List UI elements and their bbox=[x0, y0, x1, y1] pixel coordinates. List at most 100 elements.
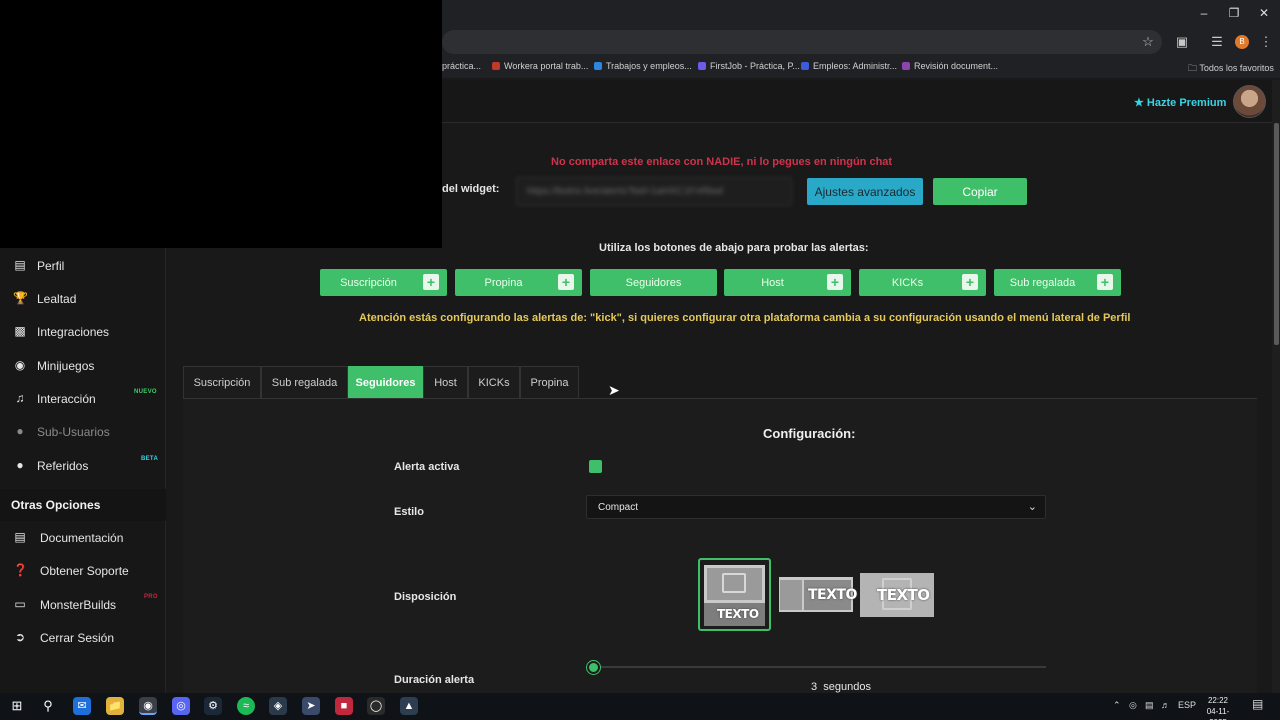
app-icon[interactable]: ➤ bbox=[302, 697, 320, 715]
test-host-button[interactable]: Host + bbox=[724, 269, 851, 296]
sidebar-item-documentacion[interactable]: ▤ Documentación bbox=[0, 522, 166, 552]
bookmark-favicon-icon bbox=[698, 62, 706, 70]
steam-app-icon[interactable]: ⚙ bbox=[204, 697, 222, 715]
other-options-title: Otras Opciones bbox=[11, 498, 101, 512]
tab-seguidores[interactable]: Seguidores bbox=[348, 366, 423, 398]
spotify-app-icon[interactable]: ≈ bbox=[237, 697, 255, 715]
tab-propina[interactable]: Propina bbox=[520, 366, 579, 398]
sidebar-item-label: Cerrar Sesión bbox=[40, 631, 115, 645]
outlook-app-icon[interactable]: ✉ bbox=[73, 697, 91, 715]
sidebar-item-sub-usuarios[interactable]: ● Sub-Usuarios bbox=[0, 416, 166, 446]
button-label: Suscripción bbox=[340, 277, 397, 289]
button-label: Seguidores bbox=[625, 277, 682, 289]
duration-readout: 3 segundos bbox=[811, 681, 871, 693]
sidebar-item-label: Integraciones bbox=[37, 325, 110, 339]
minimize-icon[interactable]: – bbox=[1194, 6, 1214, 20]
sidebar-item-soporte[interactable]: ❓ Obtener Soporte bbox=[0, 555, 166, 585]
trophy-icon: 🏆 bbox=[13, 291, 28, 305]
taskbar bbox=[0, 693, 1280, 720]
tab-sub-regalada[interactable]: Sub regalada bbox=[261, 366, 348, 398]
chevron-up-icon[interactable]: ⌃ bbox=[1113, 700, 1121, 711]
book-icon: ▤ bbox=[14, 530, 26, 544]
app-icon[interactable]: ◈ bbox=[269, 697, 287, 715]
app-icon[interactable]: ■ bbox=[335, 697, 353, 715]
test-tip-button[interactable]: Propina + bbox=[455, 269, 582, 296]
sidebar-item-cerrar-sesion[interactable]: ➲ Cerrar Sesión bbox=[0, 622, 166, 652]
bookmark-2[interactable]: Trabajos y empleos... bbox=[594, 61, 692, 71]
close-icon[interactable]: ✕ bbox=[1254, 6, 1274, 20]
bookmark-0[interactable]: práctica... bbox=[442, 61, 481, 71]
notifications-icon[interactable]: ▤ bbox=[1252, 697, 1263, 711]
obs-app-icon[interactable]: ◯ bbox=[367, 697, 385, 715]
help-icon: ❓ bbox=[13, 563, 28, 577]
sidebar-item-interaccion[interactable]: ♫ Interacción NUEVO bbox=[0, 383, 166, 413]
all-bookmarks[interactable]: 🗀 Todos los favoritos bbox=[1188, 61, 1274, 77]
picture-icon bbox=[722, 573, 746, 593]
profile-icon[interactable]: B bbox=[1235, 35, 1249, 49]
chrome-app-icon[interactable]: ◉ bbox=[139, 697, 157, 715]
reading-list-icon[interactable]: ☰ bbox=[1208, 34, 1226, 50]
language-indicator[interactable]: ESP bbox=[1178, 700, 1196, 710]
button-label: Host bbox=[761, 277, 784, 289]
sidebar-item-monsterbuilds[interactable]: ▭ MonsterBuilds PRO bbox=[0, 589, 166, 619]
alert-active-checkbox[interactable] bbox=[589, 460, 602, 473]
sidebar-item-label: MonsterBuilds bbox=[40, 598, 117, 612]
windows-start-icon[interactable]: ⊞ bbox=[8, 697, 26, 715]
volume-icon[interactable]: ♬ bbox=[1161, 700, 1170, 710]
puzzle-icon: ▩ bbox=[14, 324, 26, 338]
widget-url-field[interactable]: https://botrix.live/alerts?bid=1aHXC1FnR… bbox=[516, 177, 792, 206]
chevron-down-icon: ⌄ bbox=[1027, 501, 1037, 513]
bookmark-5[interactable]: Revisión document... bbox=[902, 61, 998, 71]
layout-text: TEXTO bbox=[877, 586, 930, 604]
scrollbar-thumb[interactable] bbox=[1274, 123, 1279, 345]
premium-link[interactable]: ★ Hazte Premium bbox=[1134, 96, 1226, 109]
search-icon[interactable]: ⚲ bbox=[39, 697, 57, 715]
bookmark-favicon-icon bbox=[594, 62, 602, 70]
clock-date: 04-11-2025 bbox=[1206, 707, 1230, 720]
clock[interactable]: 22:22 04-11-2025 bbox=[1198, 695, 1238, 720]
sidebar-item-referidos[interactable]: ● Referidos BETA bbox=[0, 450, 166, 480]
bookmark-favicon-icon bbox=[902, 62, 910, 70]
network-icon[interactable]: ▤ bbox=[1145, 700, 1154, 711]
advanced-settings-button[interactable]: Ajustes avanzados bbox=[807, 178, 923, 205]
laptop-icon: ▭ bbox=[14, 597, 26, 611]
widget-url-label: del widget: bbox=[442, 183, 500, 195]
sidebar-item-minijuegos[interactable]: ◉ Minijuegos bbox=[0, 350, 166, 380]
sidebar-item-perfil[interactable]: ▤ Perfil bbox=[0, 250, 166, 280]
duration-slider-track[interactable] bbox=[593, 666, 1046, 668]
sidebar-item-label: Sub-Usuarios bbox=[37, 425, 110, 439]
tab-kicks[interactable]: KICKs bbox=[468, 366, 520, 398]
sidebar-item-label: Perfil bbox=[37, 259, 65, 273]
extensions-icon[interactable]: ▣ bbox=[1173, 34, 1191, 50]
tab-host[interactable]: Host bbox=[423, 366, 468, 398]
file-explorer-icon[interactable]: 📁 bbox=[106, 697, 124, 715]
beta-badge: BETA bbox=[141, 456, 159, 462]
star-icon: ★ bbox=[1134, 97, 1147, 109]
sidebar-item-label: Documentación bbox=[40, 531, 124, 545]
test-gifted-sub-button[interactable]: Sub regalada + bbox=[994, 269, 1121, 296]
style-select[interactable]: Compact ⌄ bbox=[586, 495, 1046, 519]
discord-app-icon[interactable]: ◎ bbox=[172, 697, 190, 715]
plus-icon: + bbox=[558, 274, 574, 290]
microphone-icon[interactable]: ◎ bbox=[1129, 700, 1137, 711]
config-panel bbox=[183, 399, 1257, 693]
sidebar-item-lealtad[interactable]: 🏆 Lealtad bbox=[0, 283, 166, 313]
sidebar-item-integraciones[interactable]: ▩ Integraciones bbox=[0, 316, 166, 346]
test-followers-button[interactable]: Seguidores bbox=[590, 269, 717, 296]
copy-button[interactable]: Copiar bbox=[933, 178, 1027, 205]
restore-icon[interactable]: ❐ bbox=[1224, 6, 1244, 20]
style-label: Estilo bbox=[394, 506, 424, 518]
app-icon[interactable]: ▲ bbox=[400, 697, 418, 715]
avatar[interactable] bbox=[1233, 85, 1266, 118]
test-kicks-button[interactable]: KICKs + bbox=[859, 269, 986, 296]
star-icon[interactable]: ☆ bbox=[1139, 34, 1157, 50]
test-subscription-button[interactable]: Suscripción + bbox=[320, 269, 447, 296]
bookmark-3[interactable]: FirstJob - Práctica, P... bbox=[698, 61, 800, 71]
bookmark-4[interactable]: Empleos: Administr... bbox=[801, 61, 897, 71]
mouse-cursor-icon: ➤ bbox=[608, 382, 620, 398]
bookmark-1[interactable]: Workera portal trab... bbox=[492, 61, 588, 71]
menu-icon[interactable]: ⋮ bbox=[1257, 34, 1275, 50]
duration-slider-thumb[interactable] bbox=[587, 661, 600, 674]
tab-suscripcion[interactable]: Suscripción bbox=[183, 366, 261, 398]
omnibox[interactable] bbox=[442, 30, 1162, 54]
